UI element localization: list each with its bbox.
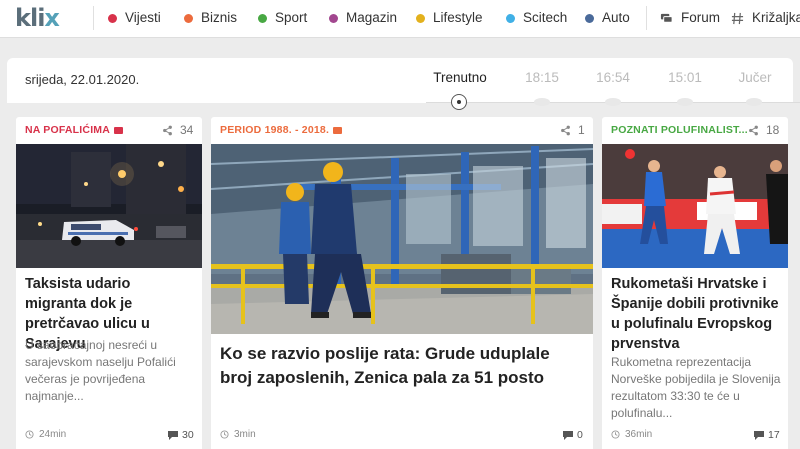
vijesti-dot-icon [108, 13, 117, 23]
night-street-photo [16, 144, 202, 268]
nav-item-auto[interactable]: Auto [585, 9, 630, 27]
card-category[interactable]: PERIOD 1988. - 2018. [220, 124, 343, 136]
comment-icon [168, 430, 178, 440]
card-category[interactable]: NA POFALIĆIMA [25, 124, 124, 136]
timeline-slot[interactable]: 18:15 [512, 70, 572, 85]
nav-divider [93, 6, 94, 30]
news-card[interactable]: NA POFALIĆIMA 34 Taksista udario migrant… [16, 117, 202, 449]
clock-icon [611, 430, 620, 439]
timeline-marker[interactable] [605, 98, 621, 106]
comment-count[interactable]: 30 [168, 429, 194, 441]
top-navigation: klix Vijesti Biznis Sport Magazin Lifest… [0, 0, 800, 38]
forum-chat-icon [660, 13, 673, 23]
nav-label: Lifestyle [433, 10, 483, 25]
timeline-slot-now[interactable]: Trenutno [430, 70, 490, 85]
nav-item-lifestyle[interactable]: Lifestyle [416, 9, 483, 27]
nav-item-biznis[interactable]: Biznis [184, 9, 237, 27]
article-age: 3min [220, 429, 256, 440]
card-header: POZNATI POLUFINALIST... 18 [602, 117, 788, 143]
article-image[interactable] [211, 144, 593, 334]
scitech-dot-icon [506, 13, 515, 23]
card-header: PERIOD 1988. - 2018. 1 [211, 117, 593, 143]
article-age: 36min [611, 429, 652, 440]
nav-label: Vijesti [125, 10, 161, 25]
share-icon [561, 125, 570, 135]
nav-item-krizaljka[interactable]: Križaljka [731, 9, 800, 27]
nav-label: Magazin [346, 10, 398, 25]
nav-item-magazin[interactable]: Magazin [329, 9, 397, 27]
article-summary: U saobraćajnoj nesreći u sarajevskom nas… [25, 338, 176, 403]
timeline-bar: srijeda, 22.01.2020. Trenutno 18:15 16:5… [7, 58, 800, 110]
nav-label: Križaljka [752, 10, 800, 25]
share-count[interactable]: 34 [162, 123, 193, 137]
article-title[interactable]: Ko se razvio poslije rata: Grude uduplal… [220, 342, 580, 390]
nav-label: Auto [602, 10, 630, 25]
timeline-marker[interactable] [534, 98, 550, 106]
comment-count[interactable]: 0 [563, 429, 583, 441]
comment-icon [754, 430, 764, 440]
article-image[interactable] [602, 144, 788, 268]
nav-item-forum[interactable]: Forum [660, 9, 720, 27]
nav-label: Sport [275, 10, 308, 25]
share-count[interactable]: 18 [748, 123, 779, 137]
article-title[interactable]: Rukometaši Hrvatske i Španije dobili pro… [611, 274, 783, 354]
nav-item-vijesti[interactable]: Vijesti [108, 9, 161, 27]
camera-icon [114, 126, 124, 134]
card-header: NA POFALIĆIMA 34 [16, 117, 202, 143]
timeline-marker-active[interactable] [451, 94, 467, 110]
nav-label: Scitech [523, 10, 568, 25]
nav-label: Forum [681, 10, 721, 25]
factory-workers-photo [211, 144, 593, 334]
nav-item-scitech[interactable]: Scitech [506, 9, 567, 27]
article-summary: Rukometna reprezentacija Norveške pobije… [611, 355, 781, 420]
nav-item-sport[interactable]: Sport [258, 9, 307, 27]
timeline-slot[interactable]: Jučer [725, 70, 785, 85]
camera-icon [333, 126, 343, 134]
featured-news-card[interactable]: PERIOD 1988. - 2018. 1 Ko se razvio posl… [211, 117, 593, 449]
nav-divider [646, 6, 647, 30]
timeline-slot[interactable]: 16:54 [583, 70, 643, 85]
article-image[interactable] [16, 144, 202, 268]
timeline-marker[interactable] [746, 98, 762, 106]
comment-icon [563, 430, 573, 440]
magazin-dot-icon [329, 13, 338, 23]
comment-count[interactable]: 17 [754, 429, 780, 441]
lifestyle-dot-icon [416, 13, 425, 23]
news-card[interactable]: POZNATI POLUFINALIST... 18 Rukometaši Hr… [602, 117, 788, 449]
auto-dot-icon [585, 13, 594, 23]
handball-match-photo [602, 144, 788, 268]
share-count[interactable]: 1 [560, 123, 585, 137]
clock-icon [220, 430, 229, 439]
hash-icon [731, 12, 744, 24]
biznis-dot-icon [184, 13, 193, 23]
share-icon [163, 125, 172, 135]
timeline-slot[interactable]: 15:01 [655, 70, 715, 85]
timeline-marker[interactable] [677, 98, 693, 106]
clock-icon [25, 430, 34, 439]
card-category[interactable]: POZNATI POLUFINALIST... [611, 124, 748, 136]
klix-logo[interactable]: klix [15, 5, 60, 31]
share-icon [749, 125, 758, 135]
sport-dot-icon [258, 13, 267, 23]
article-age: 24min [25, 429, 66, 440]
nav-label: Biznis [201, 10, 238, 25]
current-date: srijeda, 22.01.2020. [25, 72, 140, 87]
